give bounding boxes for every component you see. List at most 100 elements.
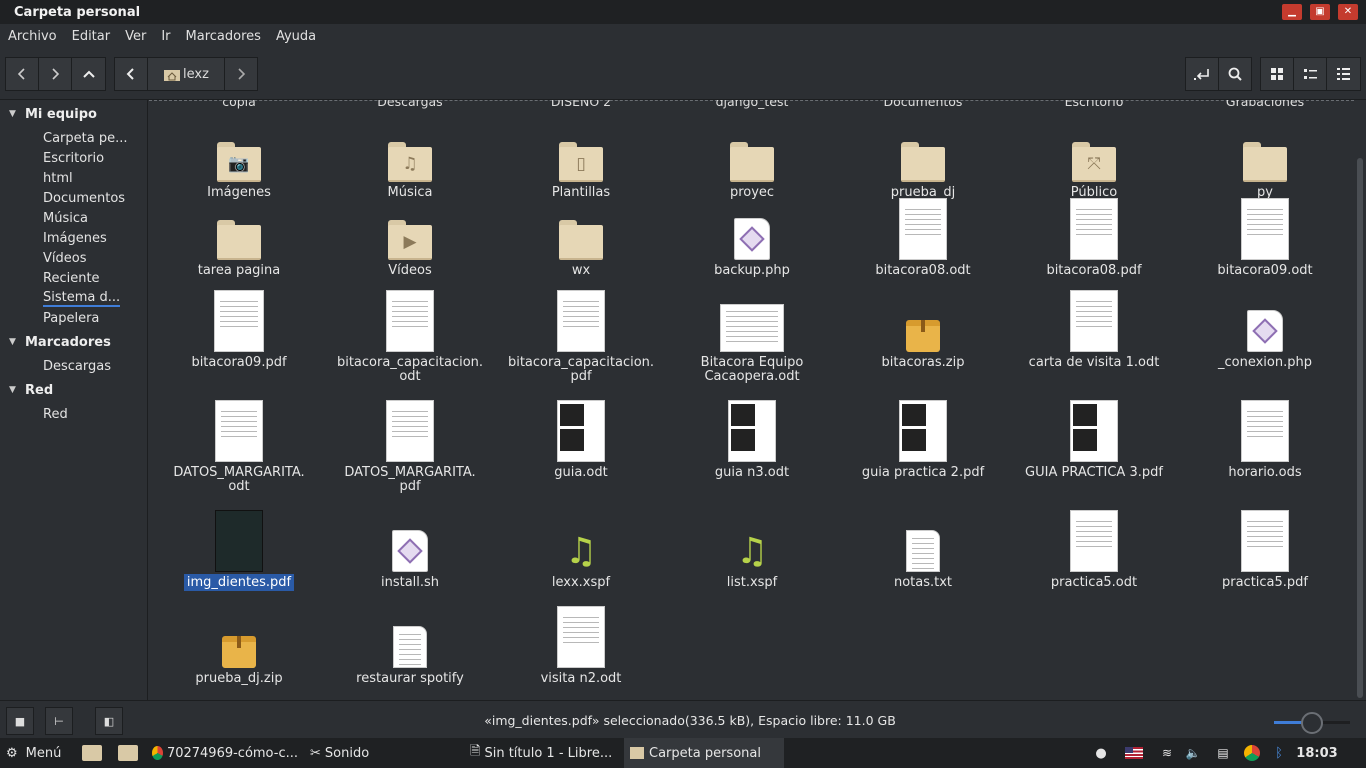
icon-view-button[interactable] [1260, 57, 1294, 91]
file-item[interactable]: bitacoras.zip [843, 290, 1003, 370]
menu-ayuda[interactable]: Ayuda [276, 29, 316, 44]
wifi-icon[interactable]: ≋ [1158, 738, 1176, 768]
file-item[interactable]: practica5.pdf [1185, 510, 1345, 590]
file-item[interactable]: py [1185, 120, 1345, 200]
sidebar-item-videos[interactable]: Vídeos [24, 248, 146, 268]
file-item[interactable]: bitacora09.pdf [159, 290, 319, 370]
breadcrumb-left-button[interactable] [114, 57, 148, 91]
file-view[interactable]: copia Descargas DISEÑO 2 django_test Documen… [149, 100, 1354, 700]
file-item[interactable]: Bitacora Equipo Cacaopera.odt [672, 290, 832, 384]
file-label-partial[interactable]: Grabaciones [1190, 100, 1340, 109]
search-button[interactable] [1218, 57, 1252, 91]
breadcrumb-home[interactable]: lexz [147, 57, 225, 91]
file-item[interactable]: wx [501, 198, 661, 278]
bluetooth-icon[interactable]: ᛒ [1270, 738, 1288, 768]
file-item[interactable]: DATOS_MARGARITA. pdf [330, 400, 490, 494]
file-item[interactable]: ♫ Música [330, 120, 490, 200]
minimize-button[interactable]: ▁ [1282, 4, 1302, 20]
file-item[interactable]: horario.ods [1185, 400, 1345, 480]
toggle-sidebar-button[interactable]: ◧ [95, 707, 123, 735]
sidebar-item-html[interactable]: html [24, 168, 146, 188]
start-menu-button[interactable]: ⚙ Menú [0, 738, 74, 768]
forward-button[interactable] [38, 57, 72, 91]
file-item[interactable]: backup.php [672, 198, 832, 278]
file-label-partial[interactable]: DISEÑO 2 [506, 100, 656, 109]
file-item[interactable]: restaurar spotify [330, 606, 490, 686]
taskbar-window-carpeta[interactable]: Carpeta personal [624, 738, 784, 768]
file-item[interactable]: install.sh [330, 510, 490, 590]
keyboard-layout-flag-icon[interactable] [1124, 738, 1144, 768]
file-label-partial[interactable]: django_test [677, 100, 827, 109]
file-item[interactable]: ▯ Plantillas [501, 120, 661, 200]
zoom-slider-knob[interactable] [1301, 712, 1323, 734]
taskbar-window-chrome[interactable]: 70274969-cómo-c... [146, 738, 304, 768]
close-button[interactable]: ✕ [1338, 4, 1358, 20]
file-item[interactable]: tarea pagina [159, 198, 319, 278]
file-item[interactable]: prueba_dj.zip [159, 606, 319, 686]
clipboard-icon[interactable]: ▤ [1214, 738, 1232, 768]
menu-archivo[interactable]: Archivo [8, 29, 57, 44]
file-item[interactable]: notas.txt [843, 510, 1003, 590]
show-places-button[interactable]: ■ [6, 707, 34, 735]
file-item[interactable]: proyec [672, 120, 832, 200]
sidebar-item-escritorio[interactable]: Escritorio [24, 148, 146, 168]
file-item[interactable]: visita n2.odt [501, 606, 661, 686]
file-item[interactable]: bitacora_capacitacion. odt [330, 290, 490, 384]
breadcrumb-right-button[interactable] [224, 57, 258, 91]
sidebar-item-musica[interactable]: Música [24, 208, 146, 228]
menu-marcadores[interactable]: Marcadores [186, 29, 261, 44]
taskbar-window-sonido[interactable]: ✂ Sonido [304, 738, 464, 768]
file-item[interactable]: prueba_dj [843, 120, 1003, 200]
file-item[interactable]: bitacora08.pdf [1014, 198, 1174, 278]
file-item[interactable]: _conexion.php [1185, 290, 1345, 370]
menu-ver[interactable]: Ver [125, 29, 146, 44]
clock[interactable]: 18:03 [1292, 738, 1342, 768]
sidebar-item-imagenes[interactable]: Imágenes [24, 228, 146, 248]
file-item[interactable]: bitacora08.odt [843, 198, 1003, 278]
launcher-home-folder[interactable] [74, 738, 110, 768]
file-item[interactable]: DATOS_MARGARITA. odt [159, 400, 319, 494]
file-item[interactable]: guia practica 2.pdf [843, 400, 1003, 480]
file-item[interactable]: bitacora09.odt [1185, 198, 1345, 278]
scrollbar-thumb[interactable] [1357, 158, 1363, 698]
up-button[interactable] [71, 57, 106, 91]
file-item[interactable]: carta de visita 1.odt [1014, 290, 1174, 370]
back-button[interactable] [5, 57, 39, 91]
file-item[interactable]: guia.odt [501, 400, 661, 480]
sidebar-item-descargas[interactable]: Descargas [24, 356, 146, 376]
location-toggle-button[interactable] [1185, 57, 1219, 91]
file-item[interactable]: 📷 Imágenes [159, 120, 319, 200]
file-item[interactable]: practica5.odt [1014, 510, 1174, 590]
file-item[interactable]: ♫ list.xspf [672, 510, 832, 590]
maximize-button[interactable]: ▣ [1310, 4, 1330, 20]
taskbar-window-writer[interactable]: 🗎 Sin título 1 - Libre... [464, 738, 624, 768]
volume-icon[interactable]: 🔈 [1184, 738, 1202, 768]
menu-ir[interactable]: Ir [161, 29, 170, 44]
file-label-partial[interactable]: copia [164, 100, 314, 109]
chrome-tray-icon[interactable] [1242, 738, 1262, 768]
sidebar-section-red[interactable]: ▼ Red [0, 380, 53, 400]
compact-view-button[interactable] [1326, 57, 1361, 91]
file-item[interactable]: img_dientes.pdf [159, 510, 319, 591]
sidebar-section-mi-equipo[interactable]: ▼ Mi equipo [0, 104, 97, 124]
show-tree-button[interactable]: ⊢ [45, 707, 73, 735]
launcher-folder[interactable] [110, 738, 146, 768]
sidebar-item-documentos[interactable]: Documentos [24, 188, 146, 208]
file-item[interactable]: ▶ Vídeos [330, 198, 490, 278]
menu-editar[interactable]: Editar [72, 29, 111, 44]
sidebar-item-sistema[interactable]: Sistema d... [24, 288, 146, 308]
file-label-partial[interactable]: Documentos [848, 100, 998, 109]
file-item[interactable]: ♫ lexx.xspf [501, 510, 661, 590]
sidebar-item-papelera[interactable]: Papelera [24, 308, 146, 328]
list-view-button[interactable] [1293, 57, 1327, 91]
vertical-scrollbar[interactable] [1354, 100, 1366, 700]
user-icon[interactable]: ● [1092, 738, 1110, 768]
file-item[interactable]: ⤧ Público [1014, 120, 1174, 200]
file-label-partial[interactable]: Descargas [335, 100, 485, 109]
file-item[interactable]: bitacora_capacitacion. pdf [501, 290, 661, 384]
sidebar-item-red[interactable]: Red [24, 404, 146, 424]
sidebar-item-reciente[interactable]: Reciente [24, 268, 146, 288]
file-item[interactable]: guia n3.odt [672, 400, 832, 480]
file-item[interactable]: GUIA PRACTICA 3.pdf [1014, 400, 1174, 480]
sidebar-item-carpeta-personal[interactable]: Carpeta pe... [24, 128, 146, 148]
